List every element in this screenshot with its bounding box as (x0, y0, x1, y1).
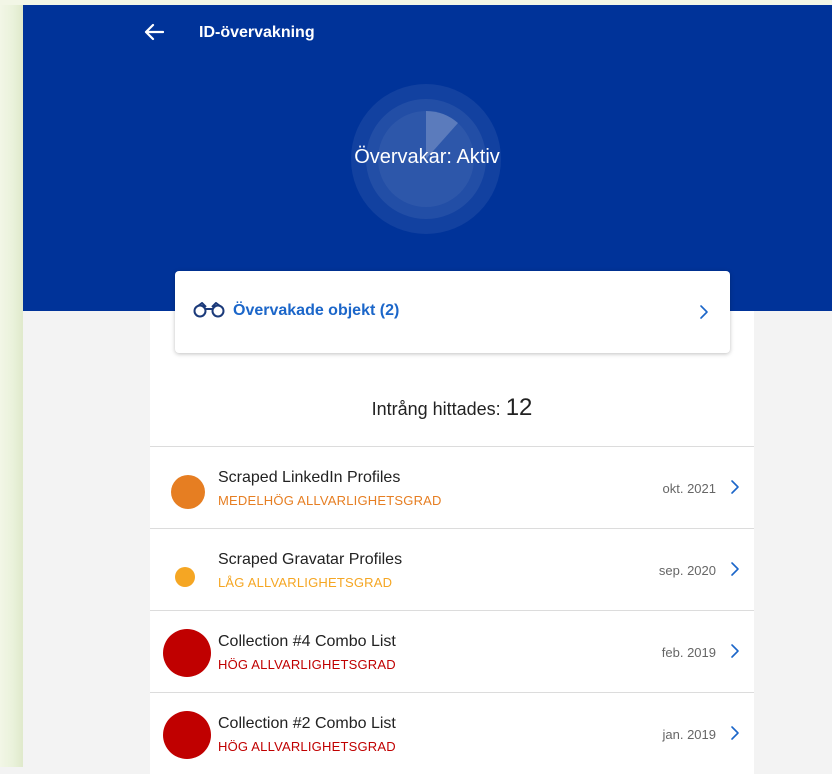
page-title: ID-övervakning (199, 24, 315, 41)
back-arrow-icon (144, 23, 164, 41)
monitored-items-label: Övervakade objekt (2) (233, 302, 400, 319)
breach-list: Scraped LinkedIn Profiles MEDELHÖG ALLVA… (150, 446, 754, 774)
chevron-right-icon (731, 480, 739, 494)
breach-row[interactable]: Scraped Gravatar Profiles LÅG ALLVARLIGH… (150, 528, 754, 610)
breach-severity: MEDELHÖG ALLVARLIGHETSGRAD (218, 493, 442, 508)
breach-date: jan. 2019 (662, 727, 717, 742)
severity-dot (163, 711, 211, 759)
breach-severity: HÖG ALLVARLIGHETSGRAD (218, 657, 396, 672)
back-button[interactable] (140, 18, 168, 46)
breach-date: feb. 2019 (661, 645, 716, 660)
window-edge-left (0, 0, 23, 767)
breach-row[interactable]: Scraped LinkedIn Profiles MEDELHÖG ALLVA… (150, 446, 754, 528)
breach-title: Collection #4 Combo List (218, 633, 396, 650)
breach-date: okt. 2021 (662, 481, 717, 496)
chevron-right-icon (731, 562, 739, 576)
breach-count: Intrång hittades: 12 (150, 394, 754, 422)
severity-dot (163, 629, 211, 677)
chevron-right-icon (700, 305, 708, 319)
severity-dot (175, 567, 195, 587)
breach-title: Scraped LinkedIn Profiles (218, 469, 401, 486)
breach-row[interactable]: Collection #4 Combo List HÖG ALLVARLIGHE… (150, 610, 754, 692)
monitored-items-card[interactable]: Övervakade objekt (2) (175, 271, 730, 353)
chevron-right-icon (731, 644, 739, 658)
breach-row[interactable]: Collection #2 Combo List HÖG ALLVARLIGHE… (150, 692, 754, 774)
breach-count-label: Intrång hittades: (371, 399, 501, 419)
breach-title: Scraped Gravatar Profiles (218, 551, 403, 568)
breach-severity: LÅG ALLVARLIGHETSGRAD (218, 575, 393, 590)
binoculars-icon (193, 302, 225, 318)
chevron-right-icon (731, 726, 739, 740)
breach-title: Collection #2 Combo List (218, 715, 396, 732)
breach-count-value: 12 (505, 394, 533, 421)
breach-date: sep. 2020 (658, 563, 716, 578)
severity-dot (171, 475, 205, 509)
breach-severity: HÖG ALLVARLIGHETSGRAD (218, 739, 396, 754)
monitoring-status: Övervakar: Aktiv (354, 146, 500, 168)
